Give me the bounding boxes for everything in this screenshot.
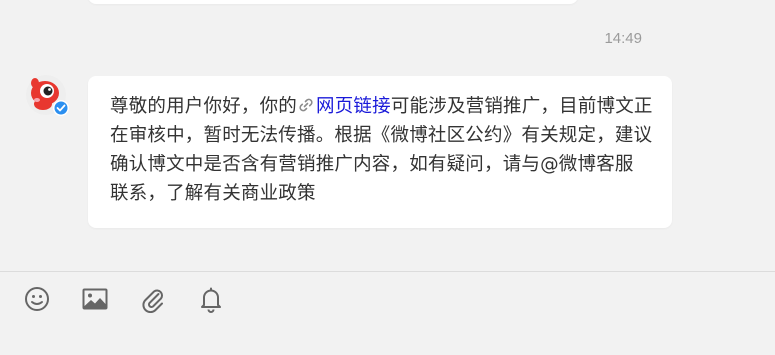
- avatar[interactable]: [25, 74, 71, 120]
- input-toolbar: [22, 284, 254, 314]
- link-icon[interactable]: [297, 94, 315, 112]
- emoji-icon: [25, 287, 49, 311]
- weibo-assistant-avatar-icon: [26, 75, 69, 116]
- previous-message-bubble: [88, 0, 578, 4]
- bell-icon: [201, 287, 221, 313]
- attachment-button[interactable]: [138, 284, 168, 314]
- message-text: 尊敬的用户你好，你的 网页链接可能涉及营销推广，目前博文正在审核中，暂时无法传播。…: [110, 92, 654, 208]
- notification-button[interactable]: [196, 284, 226, 314]
- web-link[interactable]: 网页链接: [316, 96, 391, 117]
- chat-area: 14:49 尊敬的用户你好，你的 网页链接可能涉及营销推广，目前博文正在审核中，暂…: [0, 0, 775, 271]
- image-button[interactable]: [80, 284, 110, 314]
- attachment-icon: [142, 289, 163, 313]
- message-text-before-link: 尊敬的用户你好，你的: [110, 96, 298, 117]
- image-icon: [82, 288, 108, 310]
- message-timestamp: 14:49: [604, 30, 642, 47]
- message-bubble: 尊敬的用户你好，你的 网页链接可能涉及营销推广，目前博文正在审核中，暂时无法传播。…: [88, 76, 672, 228]
- message-input-area[interactable]: [0, 272, 775, 355]
- emoji-button[interactable]: [22, 284, 52, 314]
